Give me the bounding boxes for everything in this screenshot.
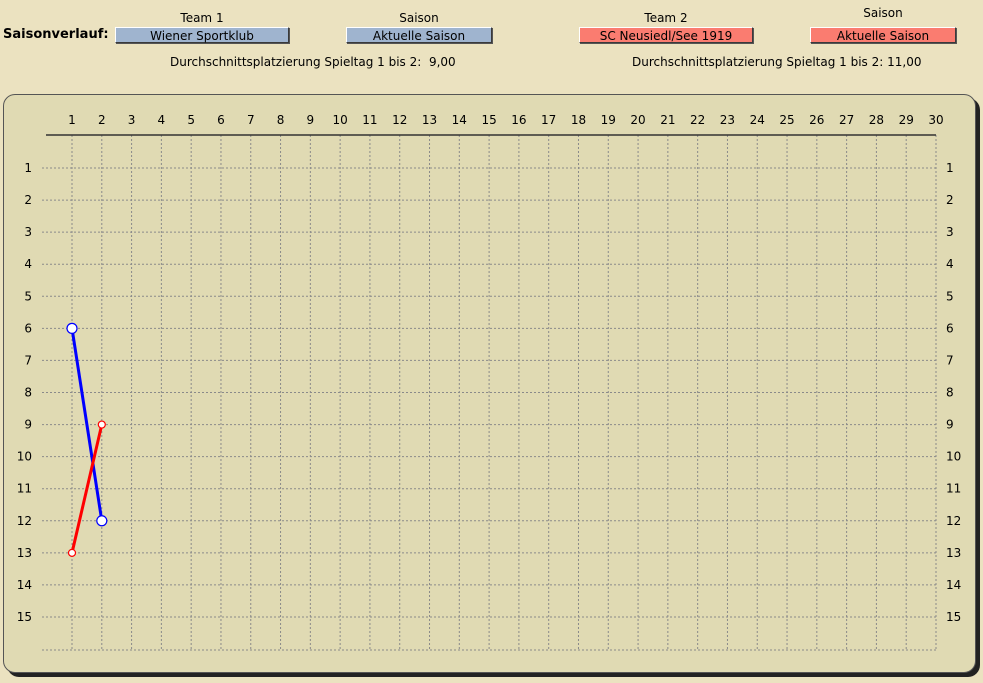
y-tick-label-right: 13 [946, 546, 961, 560]
x-tick-label: 6 [217, 113, 225, 127]
x-tick-label: 25 [779, 113, 794, 127]
y-tick-label-left: 12 [17, 514, 32, 528]
x-tick-label: 20 [630, 113, 645, 127]
y-tick-label-left: 11 [17, 482, 32, 496]
y-tick-label-right: 3 [946, 225, 954, 239]
x-tick-label: 30 [928, 113, 943, 127]
y-tick-label-left: 7 [24, 353, 32, 367]
y-tick-label-left: 14 [17, 578, 32, 592]
x-tick-label: 24 [750, 113, 765, 127]
x-tick-label: 12 [392, 113, 407, 127]
series-point-1 [66, 322, 78, 334]
x-tick-label: 21 [660, 113, 675, 127]
y-tick-label-left: 2 [24, 193, 32, 207]
y-tick-label-right: 2 [946, 193, 954, 207]
x-tick-label: 9 [307, 113, 315, 127]
season-chart: 1 2 3 4 5 6 7 8 9 10 11 12 13 14 15 16 17 18 19 20 21 22 23 24 2… [17, 113, 961, 651]
x-tick-label: 3 [128, 113, 136, 127]
x-tick-label: 2 [98, 113, 106, 127]
y-tick-label-right: 10 [946, 450, 961, 464]
y-tick-label-left: 13 [17, 546, 32, 560]
x-tick-label: 16 [511, 113, 526, 127]
y-tick-label-right: 5 [946, 289, 954, 303]
y-tick-label-left: 3 [24, 225, 32, 239]
y-tick-label-left: 10 [17, 450, 32, 464]
series-point-1 [96, 515, 108, 527]
y-tick-label-left: 8 [24, 386, 32, 400]
x-tick-label: 28 [869, 113, 884, 127]
y-tick-label-right: 7 [946, 353, 954, 367]
y-tick-label-right: 14 [946, 578, 961, 592]
y-tick-label-right: 8 [946, 386, 954, 400]
x-tick-label: 10 [332, 113, 347, 127]
x-tick-label: 22 [690, 113, 705, 127]
x-tick-label: 7 [247, 113, 255, 127]
x-tick-label: 19 [601, 113, 616, 127]
x-tick-label: 8 [277, 113, 285, 127]
x-tick-label: 27 [839, 113, 854, 127]
x-tick-label: 26 [809, 113, 824, 127]
x-tick-label: 5 [187, 113, 195, 127]
series-point-2 [97, 420, 106, 429]
series-point-2 [67, 548, 77, 557]
x-tick-label: 29 [899, 113, 914, 127]
x-tick-label: 15 [481, 113, 496, 127]
x-tick-label: 23 [720, 113, 735, 127]
y-tick-label-left: 15 [17, 610, 32, 624]
y-tick-label-left: 9 [24, 418, 32, 432]
y-tick-label-right: 11 [946, 482, 961, 496]
x-tick-label: 1 [68, 113, 76, 127]
y-tick-label-right: 15 [946, 610, 961, 624]
x-tick-label: 4 [158, 113, 166, 127]
y-tick-label-right: 6 [946, 321, 954, 335]
y-tick-label-right: 12 [946, 514, 961, 528]
x-tick-label: 13 [422, 113, 437, 127]
x-tick-label: 18 [571, 113, 586, 127]
y-tick-label-left: 5 [24, 289, 32, 303]
y-tick-label-left: 6 [24, 321, 32, 335]
y-tick-label-left: 1 [24, 161, 32, 175]
x-tick-label: 11 [362, 113, 377, 127]
y-tick-label-right: 4 [946, 257, 954, 271]
x-tick-label: 17 [541, 113, 556, 127]
y-tick-label-right: 1 [946, 161, 954, 175]
y-tick-label-right: 9 [946, 418, 954, 432]
y-tick-label-left: 4 [24, 257, 32, 271]
x-tick-label: 14 [452, 113, 467, 127]
